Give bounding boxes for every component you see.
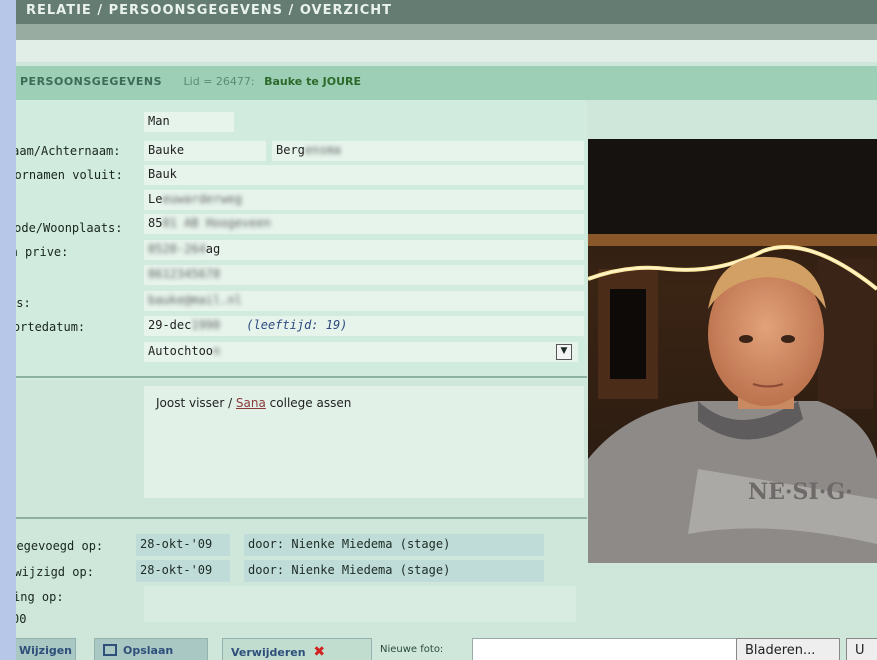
browse-button[interactable]: Bladeren... (736, 638, 840, 660)
phone-secondary-field[interactable]: 0612345678 (144, 265, 584, 285)
profile-photo: NE·SI·G· (588, 139, 877, 563)
section-title: PERSOONSGEGEVENS (20, 75, 163, 88)
divider (16, 517, 587, 519)
notes-text-end: college assen (265, 396, 352, 410)
added-label: Toegevoegd op: (16, 539, 104, 553)
address-field[interactable]: Leeuwarderweg (144, 190, 584, 210)
changed-by-value: Nienke Miedema (stage) (291, 563, 451, 577)
svg-text:NE·SI·G·: NE·SI·G· (748, 479, 853, 505)
gender-value: Man (148, 114, 170, 128)
gender-field[interactable]: Man (144, 112, 234, 132)
full-names-field[interactable]: Bauk (144, 165, 584, 185)
nav-strip (16, 24, 877, 40)
full-names-value: Bauk (148, 167, 177, 181)
new-photo-label: Nieuwe foto: (380, 644, 444, 655)
notes-textarea[interactable]: Joost visser / Sana college assen (144, 386, 584, 498)
added-by-value: Nienke Miedema (stage) (291, 537, 451, 551)
new-photo-input[interactable] (472, 638, 742, 660)
phone-private-label: Telefoon prive: (16, 245, 69, 259)
origin-value: Autochtoo (148, 344, 214, 358)
upload-button-label: U (855, 643, 865, 658)
first-name-field[interactable]: Bauke (144, 141, 266, 161)
added-date: 28-okt-'09 (136, 534, 230, 556)
divider (16, 376, 587, 378)
floppy-disk-icon (103, 644, 117, 656)
zip-city-value: 85 (148, 216, 163, 230)
section-header: PERSOONSGEGEVENS Lid = 26477: Bauke te J… (16, 66, 877, 100)
changed-by-label: door: (248, 563, 285, 577)
last-name-field[interactable]: Bergensma (272, 141, 584, 161)
birthdate-label: Geboortedatum: (16, 320, 86, 334)
name-label: Roepnaam/Achternaam: (16, 144, 121, 158)
title-bar-text: RELATIE / PERSOONSGEGEVENS / OVERZICHT (26, 3, 393, 18)
save-button[interactable]: Opslaan (94, 638, 208, 660)
phone-private-value: ag (205, 242, 221, 256)
first-name-value: Bauke (148, 143, 185, 157)
added-by-label: door: (248, 537, 285, 551)
extra-value: 00 (16, 612, 27, 626)
last-name-value: Berg (276, 143, 305, 157)
browse-button-label: Bladeren... (745, 643, 816, 658)
profile-photo-image: NE·SI·G· (588, 139, 877, 563)
upload-button[interactable]: U (846, 638, 877, 660)
delete-icon: ✖ (313, 644, 326, 660)
toolbar-strip (16, 40, 877, 62)
address-value: Le (148, 192, 163, 206)
edit-button[interactable]: Wijzigen (16, 638, 76, 660)
notes-text-start: Joost visser / (156, 396, 236, 410)
edit-button-label: Wijzigen (19, 644, 73, 657)
record-id: Lid = 26477: (183, 75, 255, 88)
chevron-down-icon[interactable]: ▼ (556, 344, 572, 360)
extra-field[interactable] (144, 586, 576, 622)
record-name: Bauke te JOURE (264, 75, 361, 88)
changed-label: Gewijzigd op: (16, 565, 94, 579)
notes-text-underlined: Sana (235, 396, 266, 410)
extra-label: Inschrijving op: (16, 590, 64, 604)
email-field[interactable]: bauke@mail.nl (144, 291, 584, 311)
zip-city-label: Postcode/Woonplaats: (16, 221, 123, 235)
birthdate-value: 29-dec (148, 318, 192, 332)
app-window: RELATIE / PERSOONSGEGEVENS / OVERZICHT P… (16, 0, 877, 660)
added-by-box: door: Nienke Miedema (stage) (244, 534, 544, 556)
delete-button[interactable]: Verwijderen ✖ (222, 638, 372, 660)
email-label: E-mailadres: (16, 296, 31, 310)
full-names-label: Voornamen voluit: (16, 168, 123, 182)
changed-date: 28-okt-'09 (136, 560, 230, 582)
delete-button-label: Verwijderen (231, 646, 306, 659)
age-value: (leeftijd: 19) (246, 318, 348, 332)
zip-city-field[interactable]: 8501 AB Hoogeveen (144, 214, 584, 234)
title-bar: RELATIE / PERSOONSGEGEVENS / OVERZICHT (16, 0, 877, 24)
changed-by-box: door: Nienke Miedema (stage) (244, 560, 544, 582)
save-button-label: Opslaan (123, 644, 174, 657)
origin-select[interactable]: Autochtoon (144, 342, 578, 362)
phone-private-field[interactable]: 0528-264ag (144, 240, 584, 260)
birthdate-field[interactable]: 29-dec1990 (leeftijd: 19) (144, 316, 584, 336)
